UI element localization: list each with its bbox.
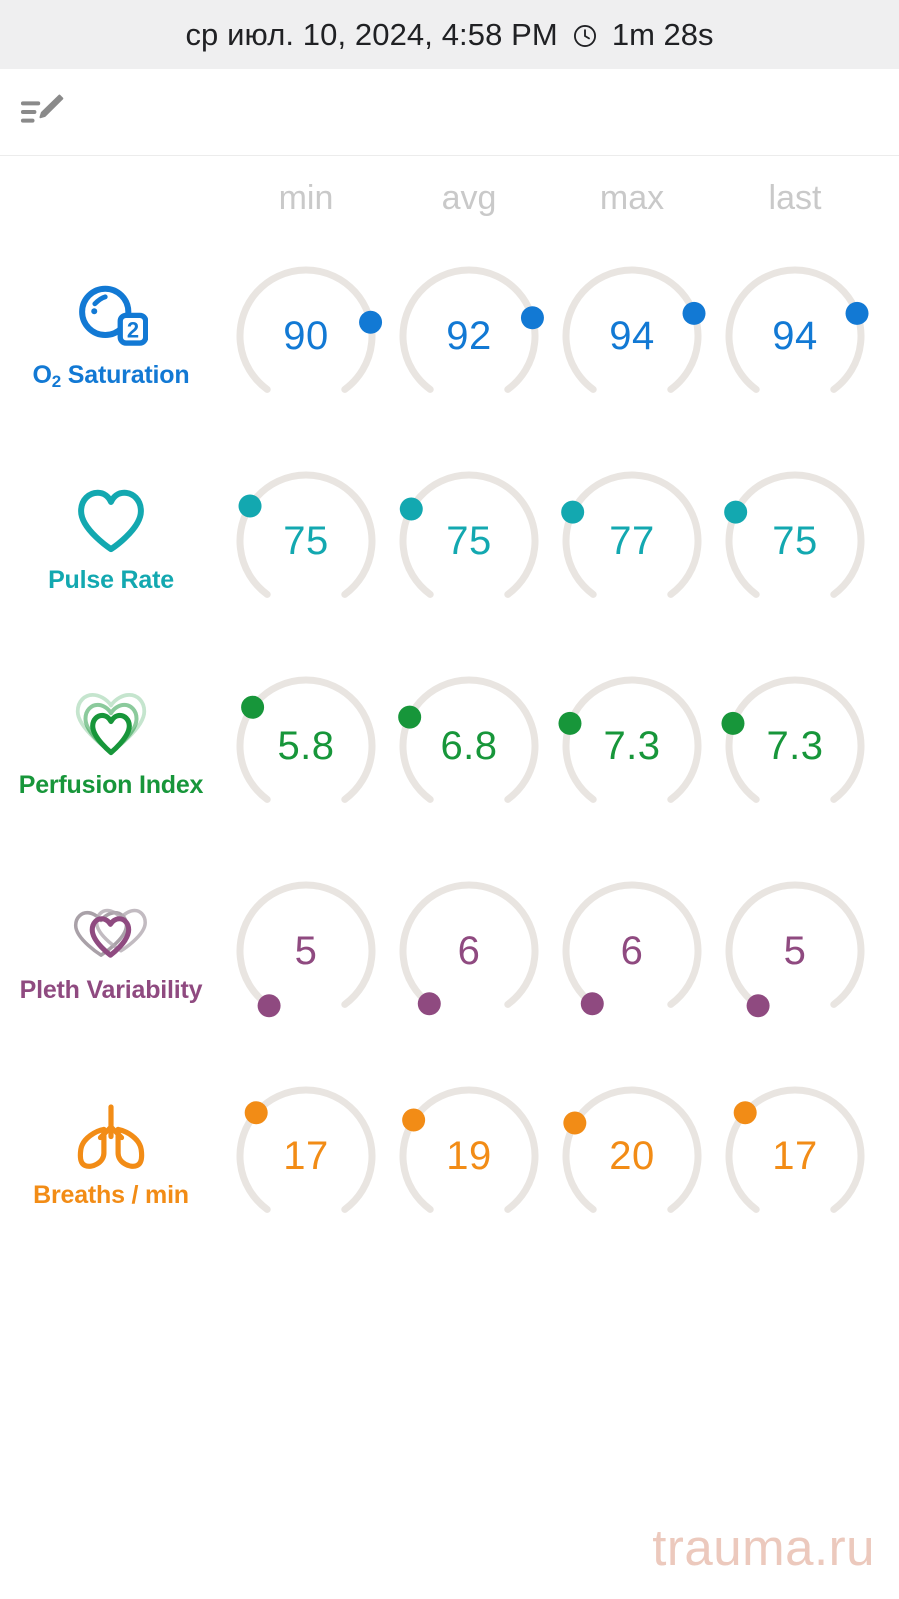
gauge-value-o2-saturation-last: 94 — [772, 313, 818, 358]
gauge-pleth-variability-max: 6 — [550, 869, 714, 1033]
gauge-o2-saturation-max: 94 — [550, 254, 714, 418]
gauge-breaths-per-min-min: 17 — [224, 1074, 388, 1238]
gauge-value-breaths-per-min-min: 17 — [283, 1133, 329, 1178]
gauge-perfusion-index-min: 5.8 — [224, 664, 388, 828]
gauge-value-pulse-rate-min: 75 — [283, 518, 329, 563]
metric-row-o2-saturation: 2 O2 Saturation 90 92 94 94 — [0, 232, 899, 437]
o2-bubble-icon: 2 — [74, 280, 148, 354]
column-header-last: last — [768, 179, 822, 217]
clock-icon — [572, 23, 598, 49]
metric-row-perfusion-index: Perfusion Index 5.8 6.8 7.3 7.3 — [0, 642, 899, 847]
gauge-value-pulse-rate-max: 77 — [609, 518, 655, 563]
gauge-breaths-per-min-avg: 19 — [387, 1074, 551, 1238]
gauge-perfusion-index-avg: 6.8 — [387, 664, 551, 828]
gauge-value-breaths-per-min-last: 17 — [772, 1133, 818, 1178]
gauge-perfusion-index-last: 7.3 — [713, 664, 877, 828]
gauge-pulse-rate-last: 75 — [713, 459, 877, 623]
gauge-o2-saturation-min: 90 — [224, 254, 388, 418]
gauge-value-pleth-variability-avg: 6 — [457, 928, 481, 973]
gauge-pulse-rate-avg: 75 — [387, 459, 551, 623]
column-header-avg: avg — [441, 179, 497, 217]
gauge-value-perfusion-index-max: 7.3 — [603, 723, 661, 768]
svg-text:2: 2 — [127, 317, 139, 342]
metric-row-pulse-rate: Pulse Rate 75 75 77 75 — [0, 437, 899, 642]
gauge-value-perfusion-index-min: 5.8 — [277, 723, 335, 768]
heart-outline-icon — [74, 485, 148, 559]
metric-label-block-pleth-variability: Pleth Variability — [0, 847, 222, 1052]
gauge-value-pleth-variability-max: 6 — [620, 928, 644, 973]
gauge-value-breaths-per-min-max: 20 — [609, 1133, 655, 1178]
metric-name-pulse-rate: Pulse Rate — [48, 565, 174, 594]
gauge-pleth-variability-avg: 6 — [387, 869, 551, 1033]
metric-name-breaths-per-min: Breaths / min — [33, 1180, 189, 1209]
metric-label-block-o2-saturation: 2 O2 Saturation — [0, 232, 222, 437]
gauge-value-o2-saturation-min: 90 — [283, 313, 329, 358]
gauge-value-pleth-variability-last: 5 — [783, 928, 807, 973]
metric-row-pleth-variability: Pleth Variability 5 6 6 5 — [0, 847, 899, 1052]
metric-label-block-perfusion-index: Perfusion Index — [0, 642, 222, 847]
session-summary-screen: ср июл. 10, 2024, 4:58 PM 1m 28s min avg — [0, 0, 899, 1599]
gauge-value-pulse-rate-avg: 75 — [446, 518, 492, 563]
gauge-value-perfusion-index-avg: 6.8 — [440, 723, 498, 768]
column-headers: min avg max last — [0, 176, 899, 232]
note-edit-icon[interactable] — [20, 91, 66, 133]
gauge-o2-saturation-avg: 92 — [387, 254, 551, 418]
metric-name-o2-saturation: O2 Saturation — [32, 360, 190, 391]
lungs-icon — [73, 1100, 149, 1174]
gauge-breaths-per-min-last: 17 — [713, 1074, 877, 1238]
watermark: trauma.ru — [652, 1519, 875, 1576]
gauge-value-pleth-variability-min: 5 — [294, 928, 318, 973]
metric-label-block-pulse-rate: Pulse Rate — [0, 437, 222, 642]
metric-name-text: O — [32, 360, 52, 389]
gauge-breaths-per-min-max: 20 — [550, 1074, 714, 1238]
metric-name-perfusion-index: Perfusion Index — [18, 770, 204, 799]
session-datetime: ср июл. 10, 2024, 4:58 PM — [185, 16, 558, 52]
gauge-o2-saturation-last: 94 — [713, 254, 877, 418]
gauge-pleth-variability-last: 5 — [713, 869, 877, 1033]
gauge-value-breaths-per-min-avg: 19 — [446, 1133, 492, 1178]
column-header-min: min — [278, 179, 334, 217]
metric-name-subscript: 2 — [51, 371, 62, 391]
session-duration: 1m 28s — [611, 16, 714, 52]
metric-label-block-breaths-per-min: Breaths / min — [0, 1052, 222, 1257]
column-header-max: max — [599, 179, 665, 217]
gauge-value-o2-saturation-max: 94 — [609, 313, 655, 358]
gauge-pulse-rate-min: 75 — [224, 459, 388, 623]
gauge-value-perfusion-index-last: 7.3 — [766, 723, 824, 768]
gauge-pleth-variability-min: 5 — [224, 869, 388, 1033]
metric-name-rest: Saturation — [61, 360, 190, 389]
overlapping-hearts-icon — [70, 895, 152, 969]
metric-name-pleth-variability: Pleth Variability — [19, 975, 203, 1004]
metric-row-breaths-per-min: Breaths / min 17 19 20 17 — [0, 1052, 899, 1257]
session-header: ср июл. 10, 2024, 4:58 PM 1m 28s — [0, 0, 899, 69]
nested-hearts-icon — [72, 690, 150, 764]
gauge-value-pulse-rate-last: 75 — [772, 518, 818, 563]
gauge-perfusion-index-max: 7.3 — [550, 664, 714, 828]
note-row[interactable] — [0, 69, 899, 156]
gauge-value-o2-saturation-avg: 92 — [446, 313, 492, 358]
gauge-pulse-rate-max: 77 — [550, 459, 714, 623]
